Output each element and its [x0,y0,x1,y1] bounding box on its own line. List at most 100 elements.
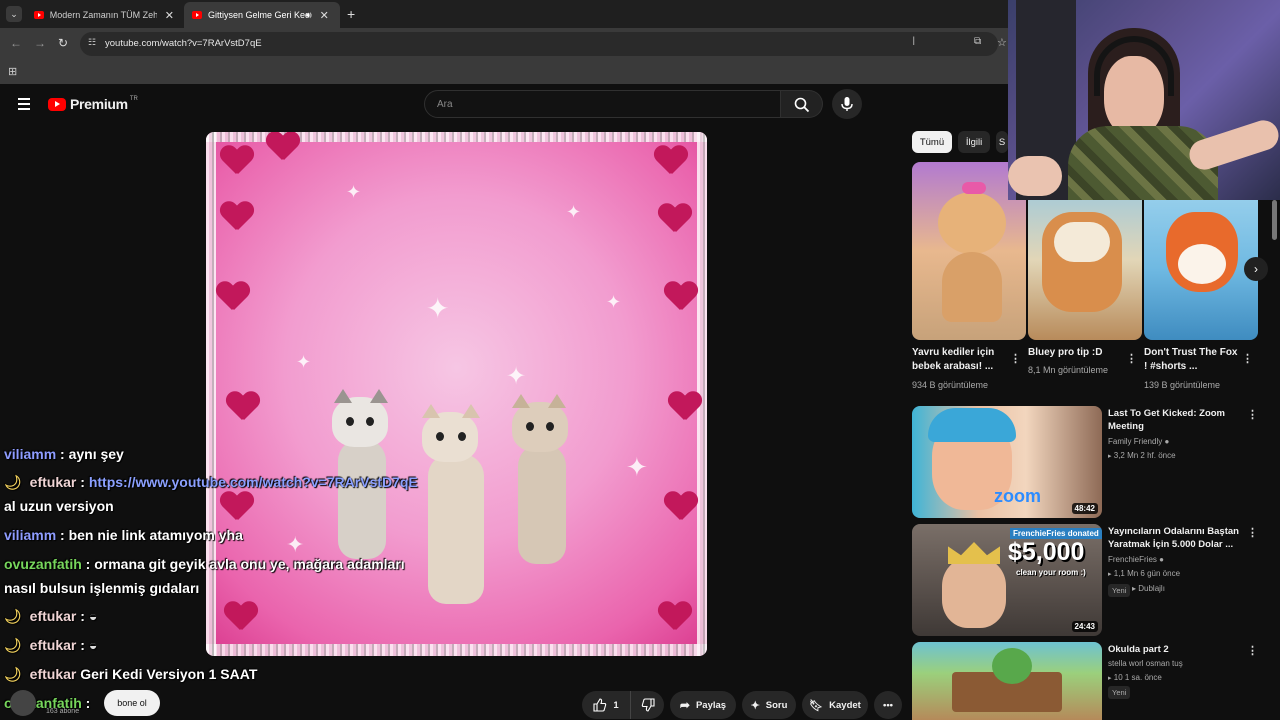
moon-badge-icon: 🌙︎ [4,608,22,624]
short-views: 934 B görüntüleme [912,380,989,390]
video-title[interactable]: Yayıncıların Odalarını Baştan Yaratmak İ… [1108,525,1240,551]
bookmark-star-icon[interactable]: ☆ [997,36,1007,49]
search-placeholder: Ara [437,99,453,110]
tab-modern-zamanin[interactable]: Modern Zamanın TÜM Zehirleri ✕ [26,2,182,28]
video-thumbnail[interactable]: FrenchieFries donated $5,000 clean your … [912,524,1102,636]
menu-icon[interactable] [18,98,30,113]
tab-gittiysen-gelme[interactable]: Gittiysen Gelme Geri Kedi V 🔊︎ ✕ [184,2,340,28]
short-title[interactable]: Don't Trust The Fox ! #shorts ... [1144,346,1239,374]
close-tab-icon[interactable]: ✕ [165,9,174,22]
new-tab-icon[interactable]: + [347,6,355,22]
search-icon [794,97,810,113]
chat-username: eftukar [29,608,77,624]
reload-icon[interactable]: ↻ [58,36,68,50]
cat-cartoon-body [942,252,1002,322]
chat-text: : aynı şey [60,446,124,462]
like-button[interactable]: 1 [582,691,630,719]
chip-more[interactable]: S [996,131,1008,153]
channel-avatar[interactable] [10,690,36,716]
short-views: 139 B görüntüleme [1144,380,1221,390]
forward-icon[interactable]: → [34,36,46,50]
sparkle-icon: ✦ [566,202,582,222]
apps-grid-icon[interactable]: ⊞ [8,65,17,78]
chat-message: ovuzanfatih : ormana git geyik avla onu … [4,556,405,572]
heart-decoration [216,282,248,314]
audio-playing-icon[interactable]: 🔊︎ [306,10,312,21]
more-actions-button[interactable]: ••• [874,691,902,719]
channel-name[interactable]: FrenchieFries ● [1108,555,1164,564]
subscribe-button[interactable]: bone ol [104,690,160,716]
zoom-logo-text: zoom [994,486,1041,506]
next-shorts-button[interactable]: › [1244,257,1268,281]
dubbed-label: Dublajlı [1138,584,1165,593]
short-title[interactable]: Yavru kediler için bebek arabası! ... [912,346,1007,374]
chip-related[interactable]: İlgili [958,131,990,153]
dislike-button[interactable] [630,691,664,719]
sparkle-ask-icon: ✦ [750,699,760,712]
chip-label: İlgili [965,136,983,148]
site-info-icon[interactable]: ☷ [88,37,96,48]
chat-username: eftukar [29,666,77,682]
short-menu-icon[interactable]: ⋮ [1010,352,1021,365]
scrollbar-thumb[interactable] [1272,200,1277,240]
youtube-play-icon [48,97,66,111]
streamer-face-image [942,558,1006,628]
video-meta: ▸ 10 1 sa. önce [1108,673,1162,682]
video-thumbnail[interactable] [912,642,1102,720]
video-menu-icon[interactable]: ⋮ [1247,644,1258,657]
close-tab-icon[interactable]: ✕ [320,9,329,22]
crown-image [948,542,1000,564]
chat-text: Geri Kedi Versiyon 1 SAAT [80,666,258,682]
video-title[interactable]: Okulda part 2 [1108,643,1240,656]
save-button[interactable]: 🔖︎ Kaydet [802,691,868,719]
moon-badge-icon: 🌙︎ [4,666,22,682]
sparkle-icon: ✦ [346,182,362,202]
moon-badge-icon: 🌙︎ [4,637,22,653]
chat-message: 🌙︎ eftukar : ◒ [4,608,97,625]
share-icon: ➦ [679,698,690,712]
youtube-header: Premium TR Ara [0,84,1008,126]
heart-decoration [220,146,252,178]
short-menu-icon[interactable]: ⋮ [1242,352,1253,365]
heart-decoration [664,492,696,524]
url-field[interactable]: ☷ youtube.com/watch?v=7RArVstD7qE I ⧉ [80,32,998,56]
chat-message: al uzun versiyon [4,498,114,514]
trending-icon: ▸ [1108,453,1112,460]
shower-cap-image [928,408,1016,442]
chip-all[interactable]: Tümü [912,131,952,153]
search-input[interactable]: Ara [424,90,781,118]
chat-text: : [85,695,91,711]
meta-text: 10 1 sa. önce [1113,673,1162,682]
chat-text: : ormana git geyik avla onu ye, mağara a… [85,556,405,572]
dubbed-tag: ▸ Dublajlı [1132,584,1165,593]
chat-message: 🌙︎ eftukar : https://www.youtube.com/wat… [4,474,418,491]
dancing-cat-right [506,394,586,572]
cast-icon[interactable]: ⧉ [974,36,981,47]
chat-text: : [80,474,89,490]
share-button[interactable]: ➦ Paylaş [670,691,736,719]
meta-text: 1,1 Mn 6 gün önce [1113,569,1181,578]
short-menu-icon[interactable]: ⋮ [1126,352,1137,365]
chat-message: nasıl bulsun işlenmiş gıdaları [4,580,199,596]
video-thumbnail[interactable]: zoom 48:42 [912,406,1102,518]
chip-label: Tümü [919,136,945,148]
ask-button[interactable]: ✦ Soru [742,691,796,719]
channel-name[interactable]: stella worl osman tuş [1108,659,1183,668]
video-menu-icon[interactable]: ⋮ [1247,408,1258,421]
video-title[interactable]: Last To Get Kicked: Zoom Meeting [1108,407,1240,433]
subscribe-label: bone ol [117,698,147,708]
channel-name[interactable]: Family Friendly ● [1108,437,1169,446]
dubbed-icon: ▸ [1132,584,1137,593]
streamer-hand-image [1008,156,1062,196]
video-menu-icon[interactable]: ⋮ [1247,526,1258,539]
voice-search-button[interactable] [832,89,862,119]
youtube-logo[interactable]: Premium TR [48,96,138,112]
tab-list-icon[interactable]: ⌄ [6,6,22,22]
back-icon[interactable]: ← [10,36,22,50]
short-title[interactable]: Bluey pro tip :D [1028,346,1123,360]
bookmarks-bar: ⊞ [0,60,1008,84]
chat-link[interactable]: https://www.youtube.com/watch?v=7RArVstD… [89,474,418,490]
search-button[interactable] [781,90,823,118]
cartoon-tree-image [992,648,1032,684]
heart-decoration [668,392,700,424]
